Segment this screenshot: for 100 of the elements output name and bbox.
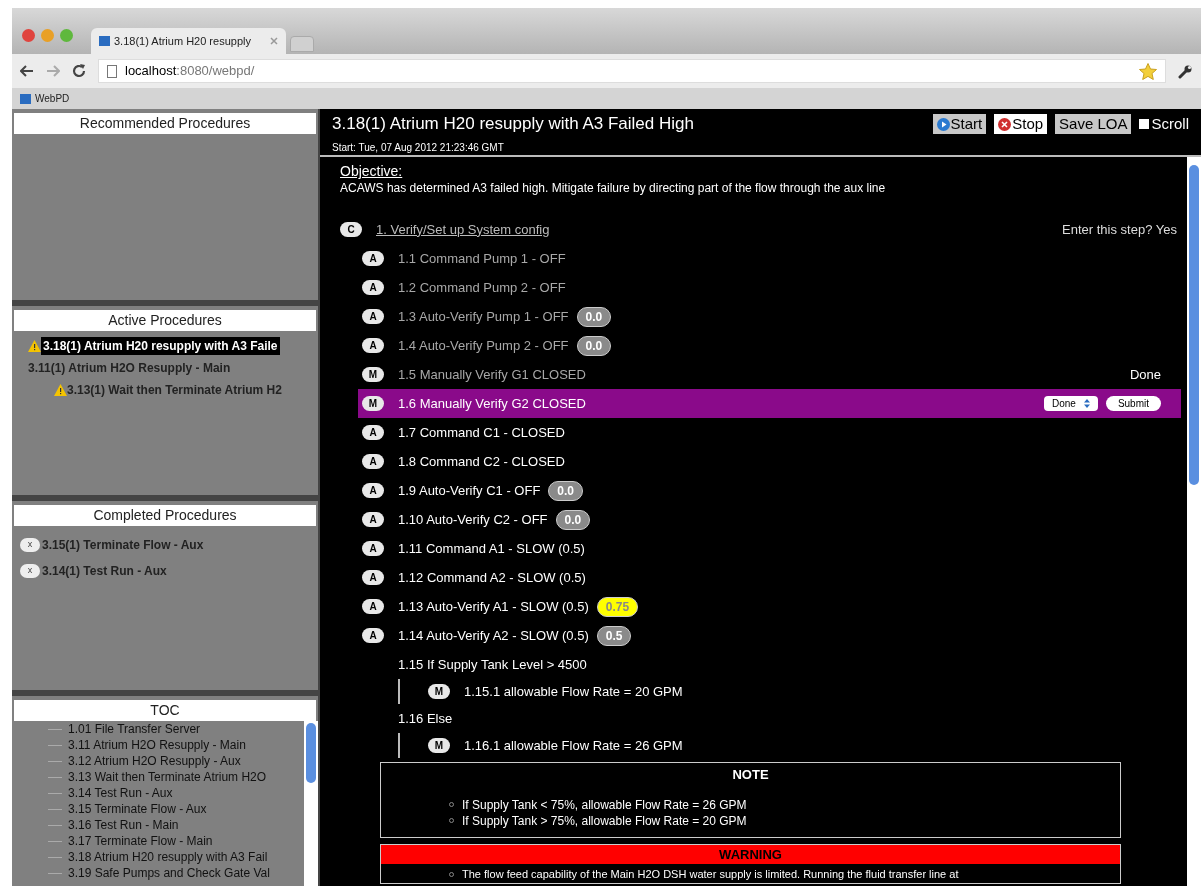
play-icon (936, 117, 950, 131)
value-badge: 0.5 (596, 625, 632, 646)
step-row[interactable]: A 1.12 Command A2 - SLOW (0.5) (358, 563, 1181, 592)
wrench-icon[interactable] (1178, 63, 1193, 79)
toolbar-button[interactable]: Stop (994, 114, 1048, 135)
toc-item[interactable]: 3.19 Safe Pumps and Check Gate Val (68, 864, 270, 882)
step-type-badge: A (362, 483, 384, 498)
procedure-title: 3.18(1) Atrium H20 resupply with A3 Failed High (332, 113, 695, 135)
step-type-badge: A (362, 425, 384, 440)
step-type-badge: A (362, 599, 384, 614)
star-icon[interactable] (1139, 62, 1157, 80)
step-type-badge: A (362, 628, 384, 643)
step-row[interactable]: A 1.8 Command C2 - CLOSED (358, 447, 1181, 476)
zoom-window-icon[interactable] (60, 29, 73, 42)
step-label: 1.2 Command Pump 2 - OFF (398, 278, 566, 297)
reload-icon[interactable] (72, 64, 86, 78)
step-row[interactable]: A 1.14 Auto-Verify A2 - SLOW (0.5) 0.5 (358, 621, 1181, 650)
step-label: 1.9 Auto-Verify C1 - OFF (398, 481, 541, 500)
note-heading: NOTE (731, 766, 770, 784)
toc-item[interactable]: 3.14 Test Run - Aux (68, 784, 173, 802)
step-row[interactable]: A 1.9 Auto-Verify C1 - OFF 0.0 (358, 476, 1181, 505)
value-badge: 0.0 (576, 306, 612, 327)
stepper-icon (1083, 399, 1090, 408)
completed-procedure[interactable]: 3.14(1) Test Run - Aux (42, 562, 167, 580)
step-row[interactable]: 1.15 If Supply Tank Level > 4500 (358, 650, 1181, 679)
new-tab-button[interactable] (290, 36, 314, 52)
step-type-badge: M (362, 396, 384, 411)
step-row[interactable]: A 1.13 Auto-Verify A1 - SLOW (0.5) 0.75 (358, 592, 1181, 621)
scroll-label: Scroll (1151, 114, 1189, 134)
completed-badge: x (20, 538, 40, 552)
active-procedure[interactable]: 3.13(1) Wait then Terminate Atrium H2 (54, 381, 282, 399)
toc-item[interactable]: 3.15 Terminate Flow - Aux (68, 800, 207, 818)
scrollbar[interactable] (1187, 157, 1201, 886)
step-label: 1.13 Auto-Verify A1 - SLOW (0.5) (398, 597, 589, 616)
completed-procedure[interactable]: 3.15(1) Terminate Flow - Aux (42, 536, 204, 554)
step-label: 1.8 Command C2 - CLOSED (398, 452, 565, 471)
toc-item[interactable]: 3.18 Atrium H20 resupply with A3 Fail (68, 848, 268, 866)
step-label: 1.16 Else (398, 709, 453, 728)
step-type-badge: A (362, 570, 384, 585)
value-badge: 0.0 (576, 335, 612, 356)
step-status: Done (1129, 365, 1161, 384)
step-row[interactable]: A 1.3 Auto-Verify Pump 1 - OFF 0.0 (358, 302, 1181, 331)
objective-heading: Objective: (340, 163, 404, 179)
warning-heading: WARNING (381, 844, 1120, 864)
step-type-badge: A (362, 280, 384, 295)
toc-item[interactable]: 3.16 Test Run - Main (68, 816, 179, 834)
toc-item[interactable]: 3.11 Atrium H2O Resupply - Main (68, 736, 246, 754)
back-icon[interactable] (20, 65, 34, 77)
panel-header: Recommended Procedures (14, 113, 316, 134)
step-row[interactable]: A 1.7 Command C1 - CLOSED (358, 418, 1181, 447)
toc-item[interactable]: 3.12 Atrium H2O Resupply - Aux (68, 752, 241, 770)
bookmark[interactable]: WebPD (20, 91, 70, 106)
step-label: 1.1 Command Pump 1 - OFF (398, 249, 566, 268)
step-type-badge: M (428, 738, 450, 753)
section-link[interactable]: 1. Verify/Set up System config (376, 219, 550, 240)
step-row[interactable]: A 1.2 Command Pump 2 - OFF (358, 273, 1181, 302)
step-row[interactable]: A 1.11 Command A1 - SLOW (0.5) (358, 534, 1181, 563)
warning-text: The flow feed capability of the Main H2O DSH water supply is limited. Running the fluid transfer line at (462, 867, 959, 882)
toolbar-button[interactable]: Save LOA (1055, 114, 1132, 135)
close-window-icon[interactable] (22, 29, 35, 42)
status-select[interactable]: Done (1043, 396, 1098, 411)
toc-item[interactable]: 3.13 Wait then Terminate Atrium H2O (68, 768, 267, 786)
step-row[interactable]: 1.16 Else (358, 704, 1181, 733)
step-row[interactable]: A 1.4 Auto-Verify Pump 2 - OFF 0.0 (358, 331, 1181, 360)
step-row[interactable]: M 1.16.1 allowable Flow Rate = 26 GPM (424, 731, 703, 760)
forward-icon[interactable] (46, 65, 60, 77)
step-label: 1.6 Manually Verify G2 CLOSED (398, 394, 586, 413)
toolbar-button[interactable]: Start (932, 114, 987, 135)
monitor-icon (99, 36, 110, 46)
submit-button[interactable]: Submit (1105, 396, 1161, 411)
scroll-checkbox[interactable] (1139, 119, 1150, 130)
browser-tab[interactable]: 3.18(1) Atrium H20 resupply (91, 28, 286, 54)
step-row-highlight[interactable]: M 1.6 Manually Verify G2 CLOSED Done Submit (358, 389, 1181, 418)
value-badge: 0.0 (548, 480, 583, 501)
active-procedure[interactable]: 3.11(1) Atrium H2O Resupply - Main (28, 359, 231, 377)
step-label: 1.15.1 allowable Flow Rate = 20 GPM (464, 682, 683, 701)
step-label: 1.11 Command A1 - SLOW (0.5) (398, 539, 585, 558)
step-type-badge: A (362, 251, 384, 266)
warning-icon (28, 340, 41, 352)
step-label: 1.16.1 allowable Flow Rate = 26 GPM (464, 736, 683, 755)
step-label: 1.14 Auto-Verify A2 - SLOW (0.5) (398, 626, 589, 645)
url-text: localhost:8080/webpd/ (125, 62, 256, 81)
step-row[interactable]: A 1.10 Auto-Verify C2 - OFF 0.0 (358, 505, 1181, 534)
note-text: If Supply Tank < 75%, allowable Flow Rate = 26 GPM (462, 796, 747, 813)
close-icon[interactable] (270, 37, 278, 45)
step-label: 1.7 Command C1 - CLOSED (398, 423, 565, 442)
toc-item[interactable]: 3.17 Terminate Flow - Main (68, 832, 213, 850)
step-row[interactable]: M 1.5 Manually Verify G1 CLOSED Done (358, 360, 1181, 389)
scrollbar[interactable] (304, 721, 318, 886)
value-badge: 0.0 (555, 509, 591, 530)
step-type-badge: A (362, 309, 384, 324)
address-bar[interactable]: localhost:8080/webpd/ (98, 59, 1166, 83)
step-type-badge: M (428, 684, 450, 699)
step-row[interactable]: M 1.15.1 allowable Flow Rate = 20 GPM (424, 677, 703, 706)
step-label: 1.10 Auto-Verify C2 - OFF (398, 510, 548, 529)
minimize-window-icon[interactable] (41, 29, 54, 42)
toc-item[interactable]: 1.01 File Transfer Server (68, 721, 201, 738)
step-label: 1.3 Auto-Verify Pump 1 - OFF (398, 307, 569, 326)
step-label: 1.12 Command A2 - SLOW (0.5) (398, 568, 586, 587)
step-row[interactable]: A 1.1 Command Pump 1 - OFF (358, 244, 1181, 273)
